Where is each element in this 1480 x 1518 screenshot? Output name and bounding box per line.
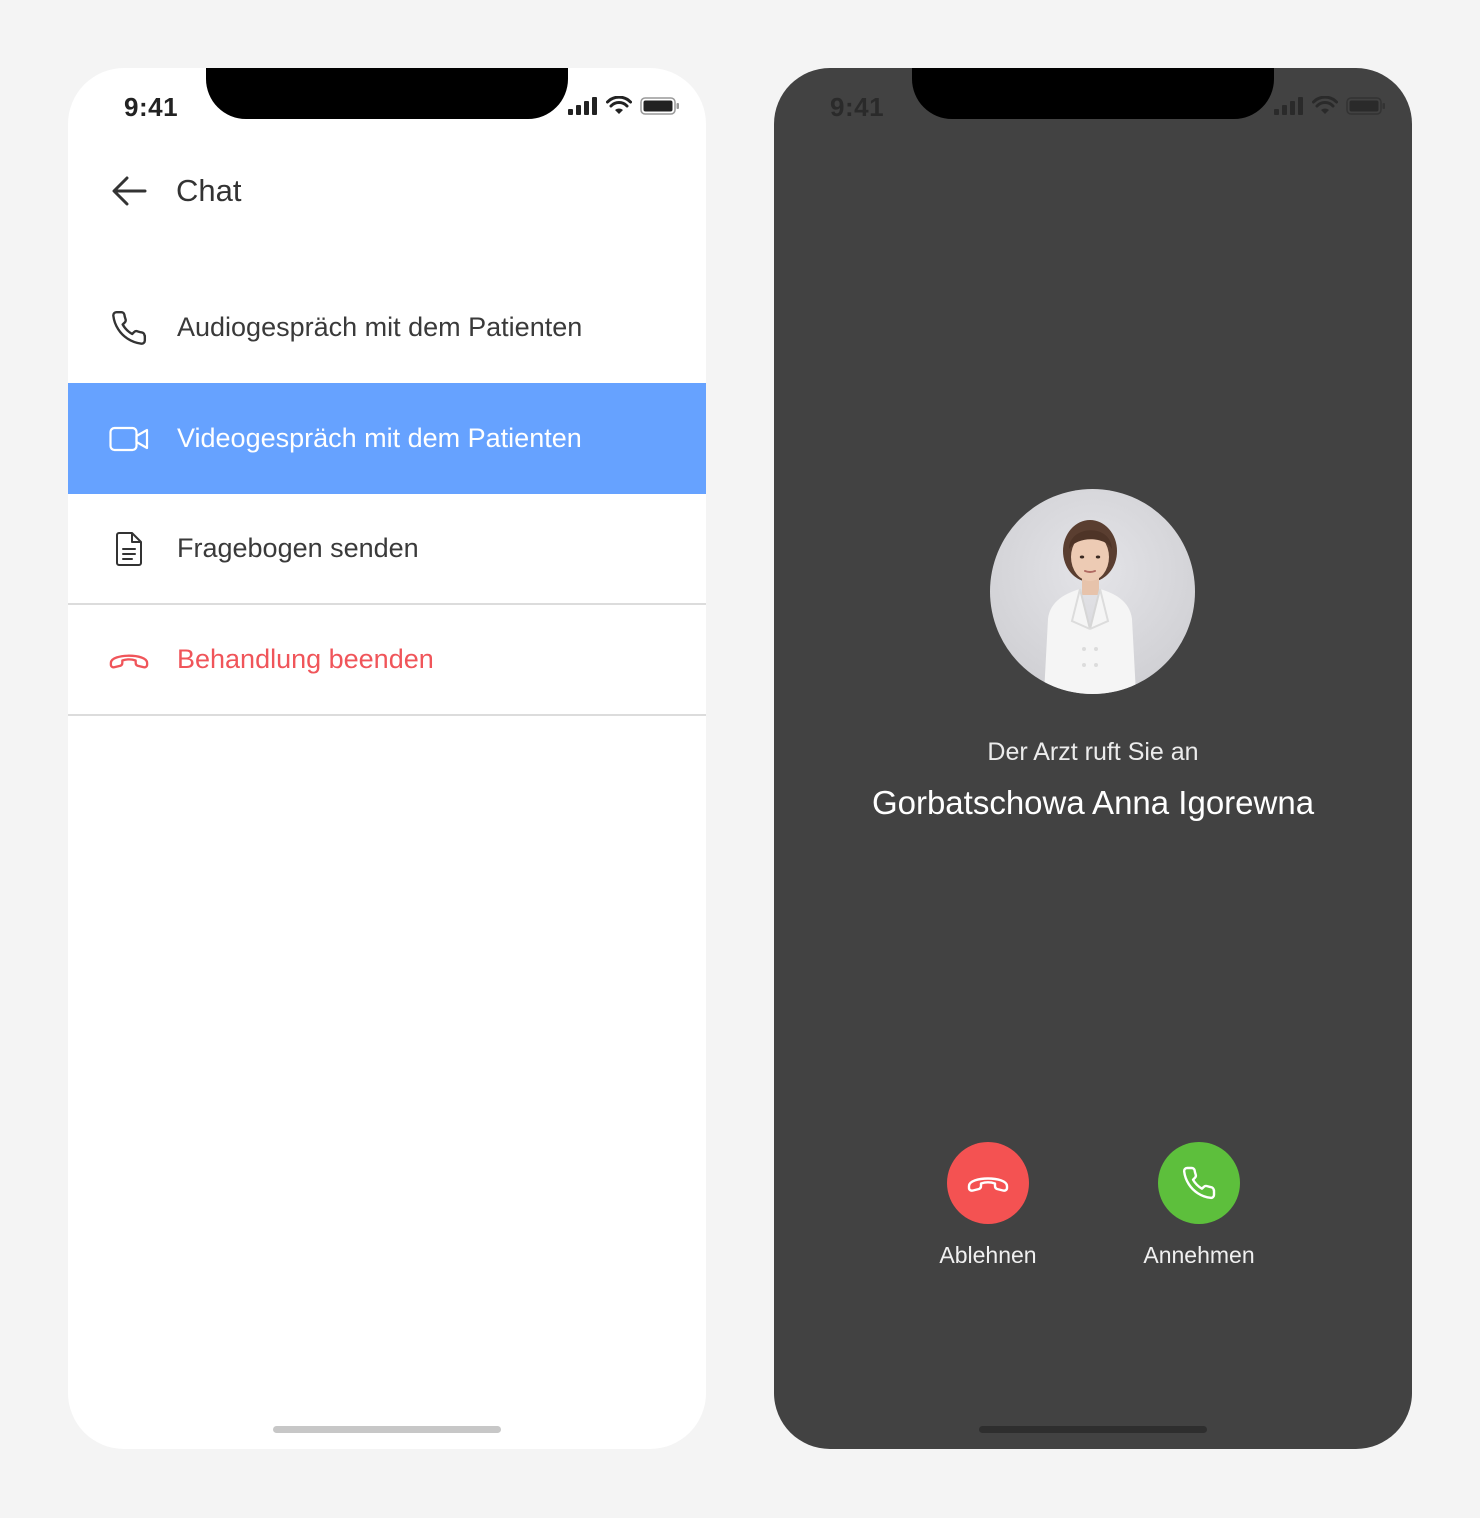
caller-subtitle: Der Arzt ruft Sie an <box>987 738 1199 766</box>
menu-item-label: Videogespräch mit dem Patienten <box>177 423 582 453</box>
battery-icon <box>1346 96 1385 115</box>
phone-icon <box>1182 1166 1216 1200</box>
home-indicator[interactable] <box>273 1426 501 1433</box>
document-icon <box>108 528 150 570</box>
decline-call-button[interactable] <box>947 1142 1029 1224</box>
video-camera-icon <box>108 418 150 460</box>
incoming-call-screen: 9:41 Der Arzt ruft Sie an Gorbatschowa A… <box>774 68 1412 1449</box>
phone-icon <box>108 307 150 349</box>
chat-header: Chat <box>108 168 241 214</box>
options-menu: Audiogespräch mit dem Patienten Videoges… <box>68 272 706 716</box>
wifi-icon <box>1312 96 1338 114</box>
hang-up-icon <box>108 639 150 681</box>
back-button[interactable] <box>108 170 150 212</box>
caller-avatar <box>990 489 1195 694</box>
menu-item-send-questionnaire[interactable]: Fragebogen senden <box>68 494 706 605</box>
menu-item-label: Audiogespräch mit dem Patienten <box>177 312 583 342</box>
caller-name: Gorbatschowa Anna Igorewna <box>871 784 1315 821</box>
menu-item-end-treatment[interactable]: Behandlung beenden <box>68 605 706 716</box>
accept-label: Annehmen <box>1143 1242 1255 1268</box>
menu-item-video-call[interactable]: Videogespräch mit dem Patienten <box>68 383 706 494</box>
cellular-signal-icon <box>1274 96 1303 115</box>
page-title: Chat <box>176 173 242 208</box>
status-time: 9:41 <box>830 92 885 122</box>
notch <box>912 68 1274 119</box>
status-icons <box>568 96 680 115</box>
chat-options-screen: 9:41 Chat Audiogespräch mit dem Patiente… <box>68 68 706 1449</box>
home-indicator[interactable] <box>979 1426 1207 1433</box>
status-icons <box>1274 96 1386 115</box>
accept-call-button[interactable] <box>1158 1142 1240 1224</box>
cellular-signal-icon <box>568 96 597 115</box>
wifi-icon <box>606 96 632 114</box>
arrow-left-icon <box>112 176 147 206</box>
notch <box>206 68 568 119</box>
status-time: 9:41 <box>124 92 179 122</box>
menu-item-label: Behandlung beenden <box>177 644 434 674</box>
menu-item-audio-call[interactable]: Audiogespräch mit dem Patienten <box>68 272 706 383</box>
battery-icon <box>640 96 679 115</box>
menu-item-label: Fragebogen senden <box>177 533 419 563</box>
decline-label: Ablehnen <box>939 1242 1037 1268</box>
hang-up-icon <box>967 1177 1009 1192</box>
